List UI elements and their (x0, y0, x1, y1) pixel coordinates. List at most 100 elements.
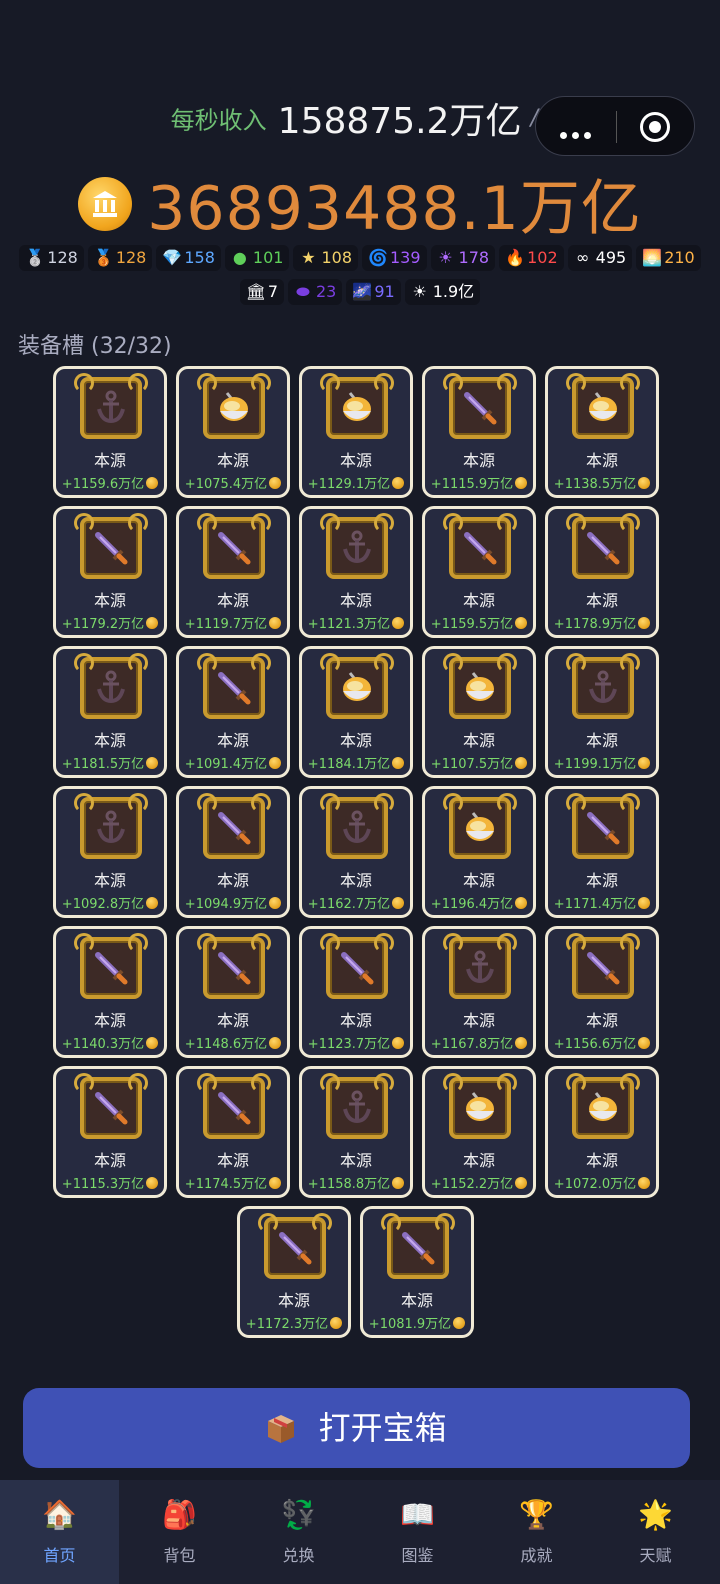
equipment-slot[interactable]: 本源 +1184.1万亿 (299, 646, 413, 778)
gold-row: 36893488.1万亿 (0, 160, 720, 247)
slot-income-bonus: +1184.1万亿 (302, 753, 410, 772)
bowl-icon (320, 373, 394, 439)
slot-bonus-value: +1119.7万亿 (184, 617, 268, 632)
tab-backpack[interactable]: 🎒 背包 (120, 1480, 239, 1584)
equipment-slot[interactable]: 本源 +1094.9万亿 (176, 786, 290, 918)
equipment-slot[interactable]: 本源 +1121.3万亿 (299, 506, 413, 638)
equipment-slot[interactable]: 本源 +1072.0万亿 (545, 1066, 659, 1198)
slot-income-bonus: +1167.8万亿 (425, 1033, 533, 1052)
resource-chip: 💎 158 (156, 245, 221, 271)
tab-codex[interactable]: 📖 图鉴 (358, 1480, 477, 1584)
house-icon: 🏠 (42, 1498, 77, 1531)
bright-sun-icon: ☀ (412, 282, 427, 301)
slot-income-bonus: +1091.4万亿 (179, 753, 287, 772)
resource-value: 101 (252, 248, 284, 267)
equipment-slot[interactable]: 本源 +1115.9万亿 (422, 366, 536, 498)
equipment-slot[interactable]: 本源 +1167.8万亿 (422, 926, 536, 1058)
equipment-slot[interactable]: 本源 +1129.1万亿 (299, 366, 413, 498)
anchor-icon (320, 793, 394, 859)
equipment-slot[interactable]: 本源 +1138.5万亿 (545, 366, 659, 498)
slot-bonus-value: +1159.5万亿 (430, 617, 514, 632)
equipment-slot[interactable]: 本源 +1119.7万亿 (176, 506, 290, 638)
slot-bonus-value: +1162.7万亿 (307, 897, 391, 912)
equipment-slot[interactable]: 本源 +1107.5万亿 (422, 646, 536, 778)
slot-income-bonus: +1129.1万亿 (302, 473, 410, 492)
dagger-icon (320, 933, 394, 999)
slot-item-name: 本源 (585, 731, 618, 750)
dagger-icon (197, 653, 271, 719)
slot-income-bonus: +1123.7万亿 (302, 1033, 410, 1052)
resource-chip: 🌌 91 (346, 279, 401, 305)
slot-bonus-value: +1081.9万亿 (368, 1317, 452, 1332)
equipment-slot[interactable]: 本源 +1179.2万亿 (53, 506, 167, 638)
tab-label: 背包 (163, 1546, 196, 1565)
tab-talent[interactable]: 🌟 天赋 (596, 1480, 715, 1584)
equipment-slot[interactable]: 本源 +1199.1万亿 (545, 646, 659, 778)
slot-income-bonus: +1092.8万亿 (56, 893, 164, 912)
dagger-icon (443, 513, 517, 579)
gold-coin-icon (392, 617, 405, 629)
slot-income-bonus: +1119.7万亿 (179, 613, 287, 632)
gold-coin-icon (515, 477, 528, 489)
dagger-icon (566, 513, 640, 579)
fire-icon: 🔥 (505, 248, 526, 267)
bowl-icon (197, 373, 271, 439)
equipment-slot[interactable]: 本源 +1174.5万亿 (176, 1066, 290, 1198)
equipment-slot[interactable]: 本源 +1172.3万亿 (237, 1206, 351, 1338)
gold-coin-icon (515, 757, 528, 769)
close-target-icon[interactable] (640, 112, 670, 142)
tab-label: 兑换 (282, 1546, 315, 1565)
bowl-icon (443, 793, 517, 859)
equipment-slot[interactable]: 本源 +1196.4万亿 (422, 786, 536, 918)
slot-bonus-value: +1107.5万亿 (430, 757, 514, 772)
dagger-icon (566, 793, 640, 859)
equipment-slot[interactable]: 本源 +1159.6万亿 (53, 366, 167, 498)
equipment-slot[interactable]: 本源 +1140.3万亿 (53, 926, 167, 1058)
equipment-slot[interactable]: 本源 +1075.4万亿 (176, 366, 290, 498)
equipment-slot[interactable]: 本源 +1092.8万亿 (53, 786, 167, 918)
slot-bonus-value: +1174.5万亿 (184, 1177, 268, 1192)
equipment-slot[interactable]: 本源 +1178.9万亿 (545, 506, 659, 638)
equipment-slot[interactable]: 本源 +1156.6万亿 (545, 926, 659, 1058)
equipment-slots-title: 装备槽 (32/32) (18, 334, 172, 359)
open-chest-button[interactable]: 打开宝箱 (23, 1388, 690, 1468)
slot-bonus-value: +1196.4万亿 (430, 897, 514, 912)
income-label: 每秒收入 (170, 106, 267, 135)
slot-item-name: 本源 (585, 591, 618, 610)
equipment-slot[interactable]: 本源 +1181.5万亿 (53, 646, 167, 778)
equipment-slot[interactable]: 本源 +1091.4万亿 (176, 646, 290, 778)
gold-coin-icon (638, 477, 651, 489)
dagger-icon (197, 1073, 271, 1139)
slot-bonus-value: +1138.5万亿 (553, 477, 637, 492)
equipment-slot[interactable]: 本源 +1152.2万亿 (422, 1066, 536, 1198)
equipment-slot[interactable]: 本源 +1158.8万亿 (299, 1066, 413, 1198)
tab-home[interactable]: 🏠 首页 (0, 1480, 119, 1584)
resource-chip: ★ 108 (293, 245, 358, 271)
gold-coin-icon (269, 1037, 282, 1049)
tab-achievements[interactable]: 🏆 成就 (477, 1480, 596, 1584)
equipment-slot[interactable]: 本源 +1162.7万亿 (299, 786, 413, 918)
slot-bonus-value: +1181.5万亿 (61, 757, 145, 772)
slot-income-bonus: +1138.5万亿 (548, 473, 656, 492)
gold-coin-icon (269, 1177, 282, 1189)
slot-bonus-value: +1184.1万亿 (307, 757, 391, 772)
equipment-slot[interactable]: 本源 +1148.6万亿 (176, 926, 290, 1058)
gold-coin-icon (453, 1317, 466, 1329)
gold-coin-icon (78, 176, 133, 231)
equipment-slot[interactable]: 本源 +1081.9万亿 (360, 1206, 474, 1338)
tab-label: 首页 (43, 1546, 76, 1565)
dagger-icon (74, 933, 148, 999)
tab-exchange[interactable]: 💱 兑换 (239, 1480, 358, 1584)
equipment-slot[interactable]: 本源 +1115.3万亿 (53, 1066, 167, 1198)
slot-bonus-value: +1178.9万亿 (553, 617, 637, 632)
equipment-slot[interactable]: 本源 +1171.4万亿 (545, 786, 659, 918)
slot-item-name: 本源 (462, 1151, 495, 1170)
resource-value: 108 (321, 248, 352, 267)
slot-income-bonus: +1094.9万亿 (179, 893, 287, 912)
equipment-slot[interactable]: 本源 +1159.5万亿 (422, 506, 536, 638)
slot-bonus-value: +1158.8万亿 (307, 1177, 391, 1192)
equipment-slot[interactable]: 本源 +1123.7万亿 (299, 926, 413, 1058)
slot-income-bonus: +1159.6万亿 (56, 473, 164, 492)
more-menu-icon[interactable] (560, 124, 596, 143)
slot-item-name: 本源 (93, 731, 126, 750)
